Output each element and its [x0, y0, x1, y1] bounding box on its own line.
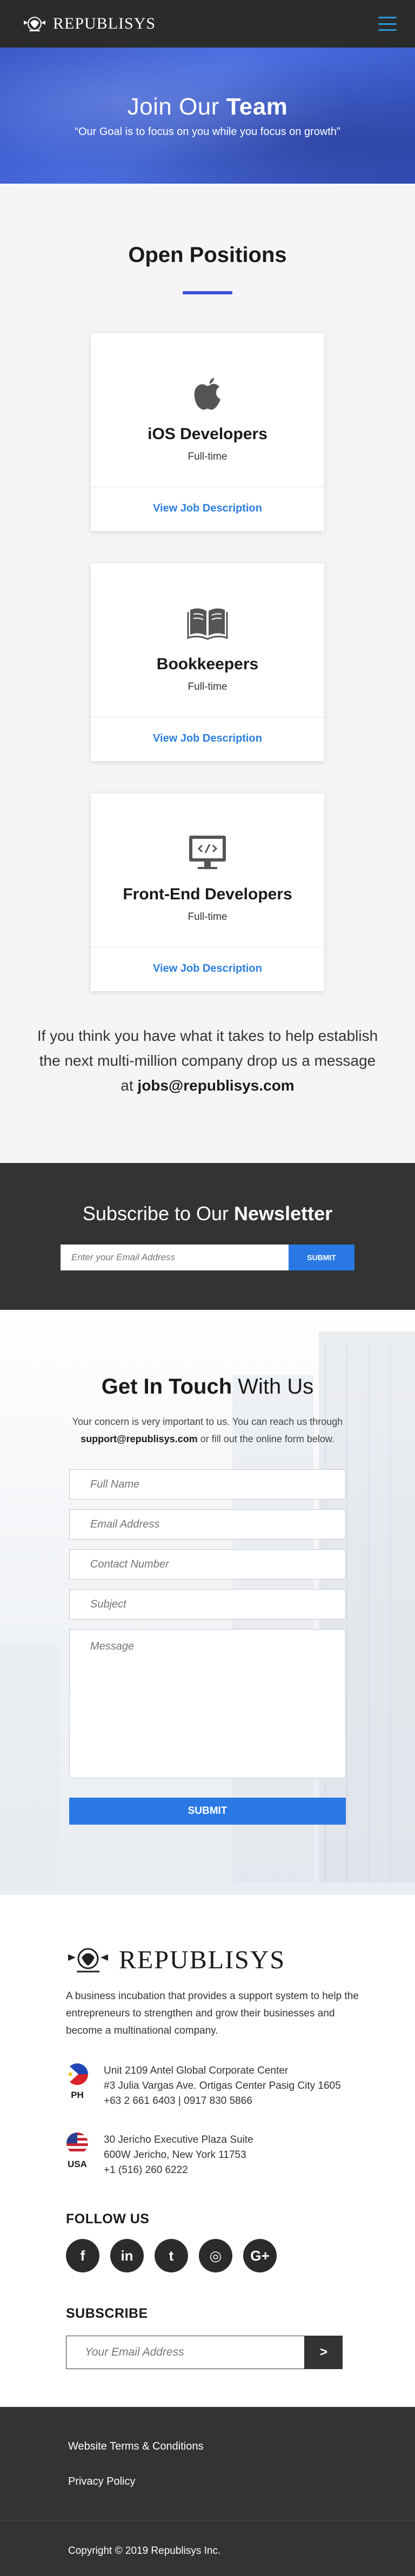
copyright-text: Copyright © 2019 Republisys Inc. — [68, 2545, 221, 2557]
title-underline — [183, 291, 232, 294]
apple-icon — [194, 378, 220, 410]
job-card: iOS Developers Full-time View Job Descri… — [91, 333, 324, 531]
company-logo: REPUBLISYS — [66, 1943, 415, 1976]
message-field[interactable] — [69, 1629, 346, 1778]
address-line: 30 Jericho Executive Plaza Suite — [104, 2134, 253, 2145]
contact-section: Get In Touch With Us Your concern is ver… — [0, 1310, 415, 1895]
hero-banner: Join Our Team “Our Goal is to focus on y… — [0, 48, 415, 184]
newsletter-section: Subscribe to Our Newsletter SUBMIT — [0, 1163, 415, 1310]
phone-line: +63 2 661 6403 | 0917 830 5866 — [104, 2095, 252, 2107]
office-ph: PH Unit 2109 Antel Global Corporate Cent… — [66, 2063, 415, 2109]
country-code: PH — [71, 2090, 84, 2100]
newsletter-submit-button[interactable]: SUBMIT — [289, 1245, 354, 1270]
hero-title: Join Our Team — [127, 93, 288, 120]
address-line: Unit 2109 Antel Global Corporate Center — [104, 2065, 289, 2076]
terms-link[interactable]: Website Terms & Conditions — [68, 2440, 415, 2453]
lion-crest-icon — [68, 1948, 108, 1973]
country-code: USA — [68, 2159, 87, 2169]
lion-crest-icon — [24, 17, 45, 31]
support-email-link[interactable]: support@republisys.com — [81, 1434, 198, 1444]
brand-logo[interactable]: REPUBLISYS — [22, 13, 156, 35]
view-job-description-link[interactable]: View Job Description — [91, 717, 324, 761]
subscribe-title: SUBSCRIBE — [66, 2306, 148, 2321]
subscribe-form: > — [66, 2336, 343, 2369]
office-usa: USA 30 Jericho Executive Plaza Suite 600… — [66, 2133, 415, 2178]
company-brand-name: REPUBLISYS — [119, 1945, 286, 1974]
view-job-description-link[interactable]: View Job Description — [91, 947, 324, 991]
code-monitor-icon — [189, 836, 226, 869]
job-type: Full-time — [188, 451, 227, 462]
twitter-icon[interactable]: t — [155, 2239, 188, 2272]
contact-title: Get In Touch With Us — [101, 1375, 314, 1398]
book-icon — [187, 608, 228, 640]
newsletter-form: SUBMIT — [61, 1245, 354, 1270]
job-title: iOS Developers — [148, 425, 267, 443]
linkedin-icon[interactable]: in — [110, 2239, 144, 2272]
social-links: f in t ◎ G+ — [66, 2239, 415, 2272]
address-line: #3 Julia Vargas Ave. Ortigas Center Pasi… — [104, 2080, 341, 2091]
usa-flag-icon — [66, 2133, 88, 2154]
view-job-description-link[interactable]: View Job Description — [91, 487, 324, 531]
email-field[interactable] — [69, 1509, 346, 1539]
contact-description: Your concern is very important to us. Yo… — [72, 1416, 343, 1444]
phone-line: +1 (516) 260 6222 — [104, 2164, 188, 2176]
open-positions-section: Open Positions iOS Developers Full-time … — [0, 184, 415, 1163]
facebook-icon[interactable]: f — [66, 2239, 99, 2272]
hamburger-menu-icon[interactable] — [378, 17, 397, 31]
company-description: A business incubation that provides a su… — [66, 1990, 359, 2036]
follow-us-title: FOLLOW US — [66, 2211, 150, 2227]
job-type: Full-time — [188, 911, 227, 923]
job-title: Bookkeepers — [156, 655, 259, 673]
job-title: Front-End Developers — [123, 885, 292, 903]
philippines-flag-icon — [66, 2063, 88, 2085]
company-info-section: REPUBLISYS A business incubation that pr… — [0, 1895, 415, 2407]
newsletter-title: Subscribe to Our Newsletter — [82, 1202, 333, 1225]
subscribe-email-input[interactable] — [66, 2336, 305, 2369]
brand-name: REPUBLISYS — [53, 15, 156, 32]
address-line: 600W Jericho, New York 11753 — [104, 2149, 246, 2161]
top-navbar: REPUBLISYS — [0, 0, 415, 48]
instagram-icon[interactable]: ◎ — [199, 2239, 232, 2272]
hero-tagline: “Our Goal is to focus on you while you f… — [75, 125, 340, 138]
section-title: Open Positions — [128, 243, 287, 267]
newsletter-email-input[interactable] — [61, 1245, 289, 1270]
google-plus-icon[interactable]: G+ — [243, 2239, 277, 2272]
site-footer: Website Terms & Conditions Privacy Polic… — [0, 2407, 415, 2576]
subscribe-arrow-button[interactable]: > — [305, 2336, 343, 2369]
contact-form: SUBMIT — [69, 1469, 346, 1825]
contact-submit-button[interactable]: SUBMIT — [69, 1798, 346, 1825]
privacy-policy-link[interactable]: Privacy Policy — [68, 2476, 415, 2488]
job-card: Front-End Developers Full-time View Job … — [91, 793, 324, 991]
job-type: Full-time — [188, 681, 227, 692]
contact-number-field[interactable] — [69, 1549, 346, 1579]
jobs-contact-note: If you think you have what it takes to h… — [37, 1027, 378, 1094]
subject-field[interactable] — [69, 1589, 346, 1619]
job-card: Bookkeepers Full-time View Job Descripti… — [91, 563, 324, 761]
full-name-field[interactable] — [69, 1469, 346, 1499]
jobs-email-link[interactable]: jobs@republisys.com — [137, 1077, 294, 1094]
